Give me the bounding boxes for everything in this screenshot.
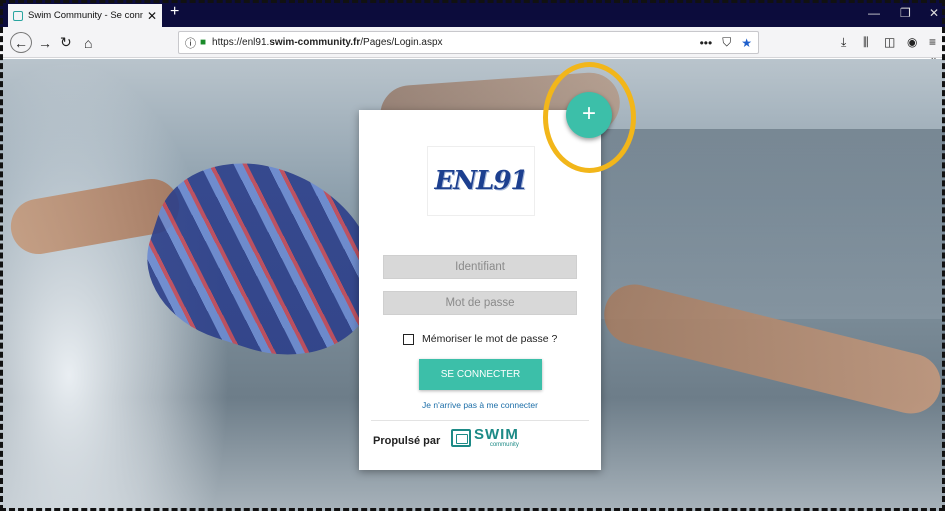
download-icon[interactable]: ⤓	[841, 35, 846, 50]
remember-label: Mémoriser le mot de passe ?	[422, 333, 558, 345]
browser-tab[interactable]: Swim Community - Se connect ✕	[8, 4, 162, 27]
remember-checkbox[interactable]	[403, 333, 414, 345]
username-input[interactable]	[383, 255, 577, 279]
new-tab-button[interactable]: +	[170, 3, 179, 21]
bookmark-star-icon[interactable]: ★	[741, 36, 752, 50]
highlight-circle	[543, 62, 636, 173]
info-icon[interactable]: ⓘ	[185, 35, 196, 51]
password-input[interactable]	[383, 291, 577, 315]
remember-me[interactable]: Mémoriser le mot de passe ?	[403, 333, 557, 345]
swim-logo-icon	[451, 428, 471, 447]
browser-titlebar: Swim Community - Se connect ✕ + — ❐ ✕	[0, 0, 945, 27]
home-icon[interactable]: ⌂	[84, 32, 92, 53]
divider	[371, 420, 589, 421]
club-logo-text: ENL91	[434, 166, 528, 196]
favicon-icon	[13, 10, 23, 21]
address-bar[interactable]: ⓘ ■ https://enl91.swim-community.fr/Page…	[178, 31, 759, 54]
account-icon[interactable]: ◉	[907, 35, 917, 49]
swim-logo-name: SWIM	[474, 426, 519, 443]
sidebar-icon[interactable]: ◫	[884, 35, 895, 49]
swim-community-logo: SWIM community	[451, 427, 519, 448]
navigation-toolbar: ← → ↻ ⌂ ⓘ ■ https://enl91.swim-community…	[0, 27, 945, 67]
login-page: ENL91 Mémoriser le mot de passe ? SE CON…	[0, 59, 945, 511]
powered-by-label: Propulsé par	[373, 435, 441, 447]
minimize-icon[interactable]: —	[868, 6, 880, 20]
close-window-icon[interactable]: ✕	[929, 6, 939, 20]
restore-icon[interactable]: ❐	[900, 6, 911, 20]
connect-button[interactable]: SE CONNECTER	[419, 359, 542, 390]
back-icon[interactable]: ←	[10, 32, 32, 53]
page-actions-icon[interactable]: •••	[700, 36, 713, 50]
reload-icon[interactable]: ↻	[60, 32, 72, 53]
swim-logo-sub: community	[489, 442, 519, 448]
tab-title: Swim Community - Se connect	[28, 10, 143, 21]
menu-icon[interactable]: ≡	[929, 35, 936, 49]
close-tab-icon[interactable]: ✕	[147, 9, 157, 23]
url-text[interactable]: https://enl91.swim-community.fr/Pages/Lo…	[212, 37, 690, 48]
club-logo: ENL91	[427, 146, 535, 216]
forgot-login-link[interactable]: Je n'arrive pas à me connecter	[359, 400, 601, 410]
library-icon[interactable]: ⫼	[863, 35, 869, 50]
forward-icon[interactable]: →	[38, 32, 52, 53]
pocket-icon[interactable]: ⛉	[722, 35, 731, 50]
lock-icon[interactable]: ■	[200, 37, 206, 48]
